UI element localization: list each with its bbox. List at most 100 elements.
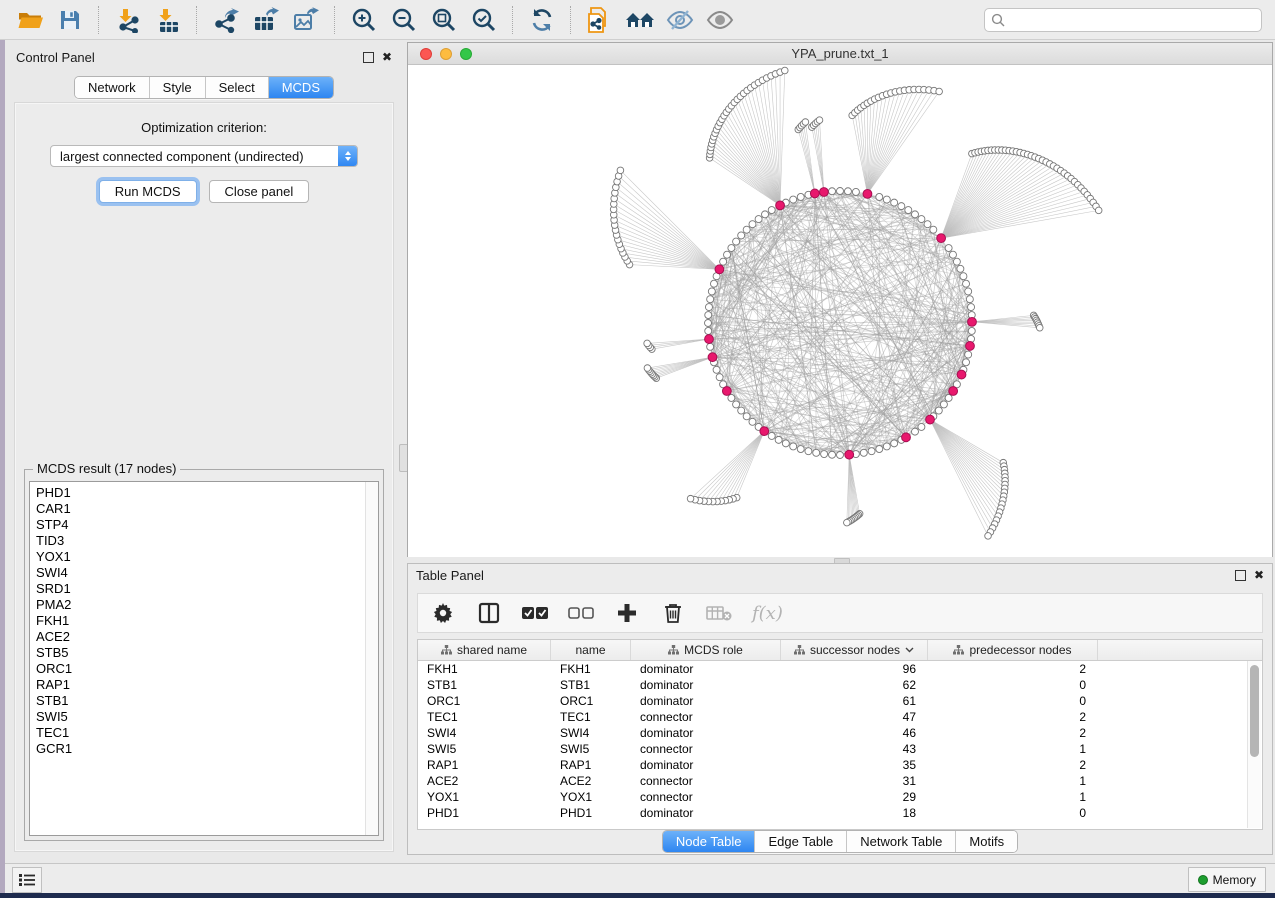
delete-row-button[interactable] <box>660 600 686 626</box>
show-column-button[interactable] <box>476 600 502 626</box>
cell-predecessor-nodes: 2 <box>928 758 1098 772</box>
tab-edge-table[interactable]: Edge Table <box>755 831 847 852</box>
cell-predecessor-nodes: 1 <box>928 742 1098 756</box>
mcds-result-item[interactable]: ACE2 <box>36 629 365 645</box>
export-image-button[interactable] <box>288 4 324 36</box>
tab-network[interactable]: Network <box>75 77 150 98</box>
table-row[interactable]: STB1STB1dominator620 <box>418 677 1262 693</box>
cell-name: ORC1 <box>551 694 631 708</box>
table-row[interactable]: RAP1RAP1dominator352 <box>418 757 1262 773</box>
mcds-result-item[interactable]: CAR1 <box>36 501 365 517</box>
mcds-result-item[interactable]: ORC1 <box>36 661 365 677</box>
settings-gear-icon <box>433 603 453 623</box>
network-file-button[interactable] <box>582 4 618 36</box>
zoom-in-button[interactable] <box>346 4 382 36</box>
tab-node-table[interactable]: Node Table <box>663 831 756 852</box>
export-network-button[interactable] <box>208 4 244 36</box>
mcds-result-item[interactable]: GCR1 <box>36 741 365 757</box>
node-table-body: FKH1FKH1dominator962STB1STB1dominator620… <box>418 661 1262 821</box>
delete-table-button[interactable] <box>706 600 732 626</box>
table-row[interactable]: SWI4SWI4dominator462 <box>418 725 1262 741</box>
close-panel-icon[interactable]: ✖ <box>1254 569 1264 581</box>
mcds-result-item[interactable]: SRD1 <box>36 581 365 597</box>
mcds-list-scrollbar[interactable] <box>365 482 378 835</box>
mcds-result-item[interactable]: STB5 <box>36 645 365 661</box>
float-panel-icon[interactable] <box>1235 570 1246 581</box>
mcds-result-item[interactable]: PMA2 <box>36 597 365 613</box>
table-row[interactable]: SWI5SWI5connector431 <box>418 741 1262 757</box>
window-maximize-icon[interactable] <box>460 48 472 60</box>
save-session-button[interactable] <box>52 4 88 36</box>
save-session-icon <box>58 8 82 32</box>
mcds-result-title: MCDS result (17 nodes) <box>33 461 180 476</box>
memory-status-icon <box>1198 875 1208 885</box>
mcds-result-item[interactable]: RAP1 <box>36 677 365 693</box>
home-pages-button[interactable] <box>622 4 658 36</box>
cell-shared-name: STB1 <box>418 678 551 692</box>
mcds-result-item[interactable]: PHD1 <box>36 485 365 501</box>
table-scrollbar[interactable] <box>1247 661 1261 828</box>
network-canvas[interactable] <box>408 65 1272 557</box>
search-icon <box>991 13 1005 27</box>
cell-predecessor-nodes: 2 <box>928 726 1098 740</box>
deselect-all-button[interactable] <box>568 600 594 626</box>
task-history-button[interactable] <box>12 867 42 893</box>
tab-network-table[interactable]: Network Table <box>847 831 956 852</box>
import-network-button[interactable] <box>110 4 146 36</box>
table-row[interactable]: ORC1ORC1dominator610 <box>418 693 1262 709</box>
zoom-fit-button[interactable] <box>426 4 462 36</box>
mcds-result-item[interactable]: TEC1 <box>36 725 365 741</box>
mcds-result-item[interactable]: YOX1 <box>36 549 365 565</box>
search-input[interactable] <box>1010 12 1255 28</box>
column-header-successor-nodes[interactable]: successor nodes <box>781 640 928 660</box>
settings-gear-button[interactable] <box>430 600 456 626</box>
export-table-button[interactable] <box>248 4 284 36</box>
tab-motifs[interactable]: Motifs <box>956 831 1017 852</box>
search-box[interactable] <box>984 8 1262 32</box>
memory-button[interactable]: Memory <box>1188 867 1266 892</box>
hide-graphics-button[interactable] <box>662 4 698 36</box>
table-scrollbar-thumb[interactable] <box>1250 665 1259 757</box>
zoom-selected-button[interactable] <box>466 4 502 36</box>
table-row[interactable]: YOX1YOX1connector291 <box>418 789 1262 805</box>
table-row[interactable]: FKH1FKH1dominator962 <box>418 661 1262 677</box>
toolbar-separator <box>196 6 198 34</box>
float-panel-icon[interactable] <box>363 52 374 63</box>
function-builder-button[interactable]: f(x) <box>752 603 783 624</box>
cell-shared-name: SWI4 <box>418 726 551 740</box>
select-all-button[interactable] <box>522 600 548 626</box>
window-minimize-icon[interactable] <box>440 48 452 60</box>
mcds-result-item[interactable]: SWI5 <box>36 709 365 725</box>
tab-style[interactable]: Style <box>150 77 206 98</box>
window-close-icon[interactable] <box>420 48 432 60</box>
column-header-shared-name[interactable]: shared name <box>418 640 551 660</box>
column-header-predecessor-nodes[interactable]: predecessor nodes <box>928 640 1098 660</box>
optimization-criterion-select[interactable]: largest connected component (undirected) <box>50 145 358 167</box>
close-panel-icon[interactable]: ✖ <box>382 51 392 63</box>
control-panel: Control Panel ✖ NetworkStyleSelectMCDS O… <box>8 46 400 858</box>
column-header-name[interactable]: name <box>551 640 631 660</box>
column-header-empty <box>1098 640 1262 660</box>
desktop-wallpaper-bottom <box>0 893 1275 898</box>
mcds-tab-content: Optimization criterion: largest connecte… <box>14 102 394 852</box>
show-graphics-button[interactable] <box>702 4 738 36</box>
mcds-result-item[interactable]: TID3 <box>36 533 365 549</box>
mcds-result-item[interactable]: FKH1 <box>36 613 365 629</box>
tab-select[interactable]: Select <box>206 77 269 98</box>
table-row[interactable]: TEC1TEC1connector472 <box>418 709 1262 725</box>
sort-chevron-icon <box>905 647 914 653</box>
mcds-result-item[interactable]: STB1 <box>36 693 365 709</box>
close-panel-button[interactable]: Close panel <box>209 180 310 203</box>
mcds-result-item[interactable]: STP4 <box>36 517 365 533</box>
run-mcds-button[interactable]: Run MCDS <box>99 180 197 203</box>
apply-layout-button[interactable] <box>524 4 560 36</box>
tab-mcds[interactable]: MCDS <box>269 77 333 98</box>
add-row-button[interactable] <box>614 600 640 626</box>
zoom-out-button[interactable] <box>386 4 422 36</box>
mcds-result-item[interactable]: SWI4 <box>36 565 365 581</box>
table-row[interactable]: PHD1PHD1dominator180 <box>418 805 1262 821</box>
import-table-button[interactable] <box>150 4 186 36</box>
open-session-button[interactable] <box>12 4 48 36</box>
column-header-mcds-role[interactable]: MCDS role <box>631 640 781 660</box>
table-row[interactable]: ACE2ACE2connector311 <box>418 773 1262 789</box>
